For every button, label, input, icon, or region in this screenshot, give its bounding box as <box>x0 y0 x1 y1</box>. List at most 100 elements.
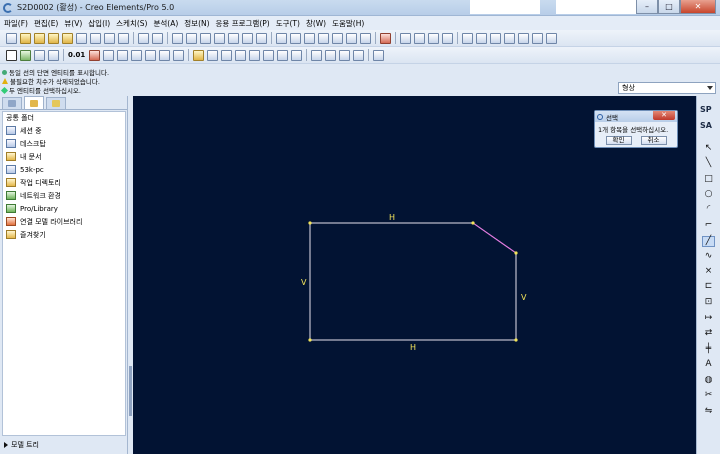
sp-label[interactable]: SP <box>700 105 712 114</box>
display-vertices-icon[interactable] <box>442 32 453 44</box>
datum-planes-icon[interactable] <box>462 32 473 44</box>
enhanced-realism-icon[interactable] <box>173 49 185 61</box>
datum-axes-icon[interactable] <box>476 32 487 44</box>
trim-icon[interactable]: ✂ <box>702 390 715 401</box>
sketch-setup-icon[interactable] <box>207 49 219 61</box>
dialog-close-button[interactable]: ✕ <box>653 111 675 120</box>
dimension-icon[interactable] <box>249 49 261 61</box>
toggle-snap-icon[interactable] <box>325 49 337 61</box>
email-link-icon[interactable] <box>118 32 129 44</box>
hidden-icon[interactable] <box>131 49 143 61</box>
toggle-grid-icon[interactable] <box>311 49 323 61</box>
menu-tools[interactable]: 도구(T) <box>276 18 300 29</box>
tab-favorites[interactable] <box>46 97 66 109</box>
paste-special-icon[interactable] <box>214 32 225 44</box>
folder-item-session[interactable]: 세션 중 <box>3 124 125 137</box>
display-dimensions-icon[interactable] <box>400 32 411 44</box>
new-file-icon[interactable] <box>6 32 17 44</box>
sketch-diagnostics-icon[interactable] <box>373 49 385 61</box>
shade-icon[interactable] <box>103 49 115 61</box>
measure-icon[interactable] <box>6 49 17 61</box>
modify-values-icon[interactable]: ⇄ <box>702 328 715 339</box>
coordinate-system-icon[interactable]: ⊏ <box>702 281 715 292</box>
menu-analysis[interactable]: 분석(A) <box>153 18 178 29</box>
spin-center-icon[interactable] <box>290 32 301 44</box>
close-button[interactable]: ✕ <box>680 0 716 14</box>
folder-item-model-library[interactable]: 연결 모델 라이브러리 <box>3 215 125 228</box>
coordinate-systems-icon[interactable] <box>504 32 515 44</box>
dimension-tool-icon[interactable]: ↦ <box>702 313 715 324</box>
copy-icon[interactable] <box>186 32 197 44</box>
zoom-out-icon[interactable] <box>346 32 357 44</box>
model-display-icon[interactable] <box>20 49 31 61</box>
graphics-window[interactable]: H H V V <box>133 96 696 454</box>
paste-icon[interactable] <box>200 32 211 44</box>
fillet-icon[interactable]: ⌐ <box>702 220 715 231</box>
open-file-icon[interactable] <box>20 32 31 44</box>
menu-file[interactable]: 파일(F) <box>4 18 28 29</box>
email-icon[interactable] <box>104 32 115 44</box>
chamfer-icon[interactable]: ╱ <box>702 236 715 247</box>
sa-label[interactable]: SA <box>700 121 712 130</box>
model-tree-toggle[interactable]: 모델 트리 <box>4 440 39 450</box>
constraints-icon[interactable] <box>235 49 247 61</box>
spin-center-toggle-icon[interactable] <box>532 32 543 44</box>
toggle-weak-icon[interactable] <box>339 49 351 61</box>
cut-icon[interactable] <box>172 32 183 44</box>
annotations-icon[interactable] <box>518 32 529 44</box>
menu-insert[interactable]: 삽입(I) <box>88 18 110 29</box>
rectangle-icon[interactable]: □ <box>702 174 715 185</box>
folder-item-pro-library[interactable]: Pro/Library <box>3 202 125 215</box>
menu-view[interactable]: 뷰(V) <box>64 18 82 29</box>
no-hidden-lines-icon[interactable] <box>145 49 157 61</box>
tab-model-tree[interactable] <box>2 97 22 109</box>
wireframe-icon[interactable] <box>117 49 129 61</box>
menu-edit[interactable]: 편집(E) <box>34 18 58 29</box>
palette-icon[interactable] <box>277 49 289 61</box>
menu-info[interactable]: 정보(N) <box>184 18 209 29</box>
tab-folder-browser[interactable] <box>24 96 44 109</box>
line-icon[interactable]: ╲ <box>702 158 715 169</box>
display-grid-icon[interactable] <box>428 32 439 44</box>
display-constraints-icon[interactable] <box>414 32 425 44</box>
undo-icon[interactable] <box>138 32 149 44</box>
orient-icon[interactable] <box>304 32 315 44</box>
sketch-view-icon[interactable] <box>193 49 205 61</box>
no-hidden-icon[interactable] <box>48 49 59 61</box>
zoom-in-icon[interactable] <box>332 32 343 44</box>
spline-icon[interactable]: ∿ <box>702 251 715 262</box>
folder-item-documents[interactable]: 내 문서 <box>3 150 125 163</box>
arc-icon[interactable]: ◜ <box>702 204 715 215</box>
menu-sketch[interactable]: 스케치(S) <box>116 18 147 29</box>
folder-item-computer[interactable]: 53k-pc <box>3 163 125 176</box>
select-box-icon[interactable] <box>256 32 267 44</box>
refit-icon[interactable] <box>318 32 329 44</box>
done-sketch-icon[interactable] <box>291 49 303 61</box>
spin-center-off-icon[interactable] <box>546 32 557 44</box>
ok-button[interactable]: 확인 <box>605 136 632 145</box>
shading-icon[interactable] <box>159 49 171 61</box>
mirror-icon[interactable]: ⇋ <box>702 406 715 417</box>
context-help-icon[interactable] <box>380 32 391 44</box>
redo-icon[interactable] <box>152 32 163 44</box>
use-edge-icon[interactable]: ⊡ <box>702 297 715 308</box>
open-part-icon[interactable] <box>34 32 45 44</box>
cancel-button[interactable]: 취소 <box>640 136 667 145</box>
menu-window[interactable]: 창(W) <box>306 18 326 29</box>
print-icon[interactable] <box>90 32 101 44</box>
maximize-button[interactable]: □ <box>658 0 680 14</box>
color-scale-icon[interactable] <box>89 49 101 61</box>
constraint-tool-icon[interactable]: ╪ <box>702 344 715 355</box>
folder-item-working-directory[interactable]: 작업 디렉토리 <box>3 176 125 189</box>
saved-views-icon[interactable] <box>360 32 371 44</box>
menu-applications[interactable]: 응용 프로그램(P) <box>216 18 270 29</box>
splitter-grip[interactable] <box>129 366 132 416</box>
minimize-button[interactable]: – <box>636 0 658 14</box>
palette-tool-icon[interactable]: ◍ <box>702 375 715 386</box>
text-icon[interactable]: A <box>702 359 715 370</box>
folder-item-favorites[interactable]: 즐겨찾기 <box>3 228 125 241</box>
references-icon[interactable] <box>221 49 233 61</box>
save-icon[interactable] <box>76 32 87 44</box>
toggle-locked-icon[interactable] <box>353 49 365 61</box>
folder-item-network[interactable]: 네트워크 환경 <box>3 189 125 202</box>
